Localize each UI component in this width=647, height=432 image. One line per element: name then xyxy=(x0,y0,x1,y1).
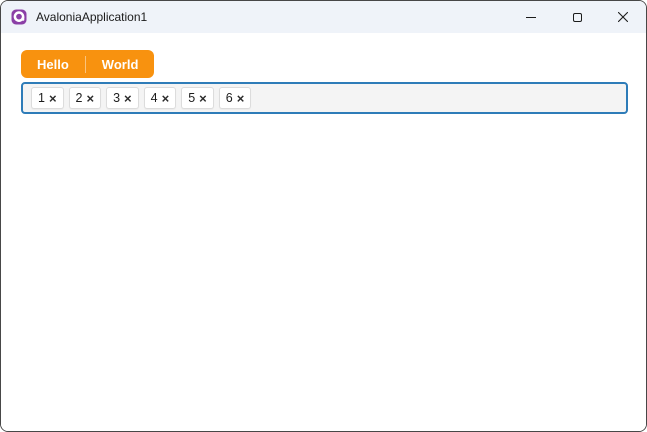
tab-world[interactable]: World xyxy=(86,50,155,78)
tag-chip: 4 × xyxy=(143,87,177,109)
app-window: AvaloniaApplication1 Hello World 1 × 2 ×… xyxy=(0,0,647,432)
chip-label: 6 xyxy=(225,90,233,105)
chip-remove-icon: × xyxy=(161,90,170,106)
close-icon xyxy=(617,11,629,23)
minimize-icon xyxy=(526,16,536,18)
maximize-icon xyxy=(572,12,582,22)
chip-label: 4 xyxy=(150,90,158,105)
tag-chip: 6 × xyxy=(218,87,252,109)
chip-remove-button[interactable]: × xyxy=(162,92,170,105)
chip-remove-button[interactable]: × xyxy=(49,92,57,105)
chip-remove-icon: × xyxy=(199,90,207,106)
chip-remove-icon: × xyxy=(124,90,132,106)
maximize-button[interactable] xyxy=(554,1,600,33)
chip-label: 3 xyxy=(113,90,121,105)
avalonia-logo-icon xyxy=(11,9,27,25)
tab-strip: Hello World xyxy=(21,50,155,78)
chip-label: 1 xyxy=(38,90,45,105)
chip-remove-icon: × xyxy=(236,90,245,106)
tab-hello[interactable]: Hello xyxy=(21,50,85,78)
chip-remove-icon: × xyxy=(48,90,57,106)
titlebar: AvaloniaApplication1 xyxy=(1,1,646,33)
chip-remove-button[interactable]: × xyxy=(199,92,207,105)
content-area: Hello World 1 × 2 × 3 × 4 × 5 × 6 × xyxy=(1,33,646,431)
chip-remove-button[interactable]: × xyxy=(87,92,95,105)
chip-remove-button[interactable]: × xyxy=(237,92,245,105)
chip-label: 2 xyxy=(75,90,83,105)
tag-chip: 1 × xyxy=(31,87,64,109)
tag-chip: 2 × xyxy=(68,87,102,109)
close-button[interactable] xyxy=(600,1,646,33)
tag-chip: 5 × xyxy=(181,87,214,109)
tag-chip: 3 × xyxy=(106,87,139,109)
chip-remove-icon: × xyxy=(86,90,95,106)
chip-remove-button[interactable]: × xyxy=(124,92,132,105)
tag-input[interactable]: 1 × 2 × 3 × 4 × 5 × 6 × xyxy=(21,82,628,114)
chip-label: 5 xyxy=(188,90,196,105)
minimize-button[interactable] xyxy=(508,1,554,33)
caption-buttons xyxy=(508,1,646,33)
window-title: AvaloniaApplication1 xyxy=(36,10,148,24)
